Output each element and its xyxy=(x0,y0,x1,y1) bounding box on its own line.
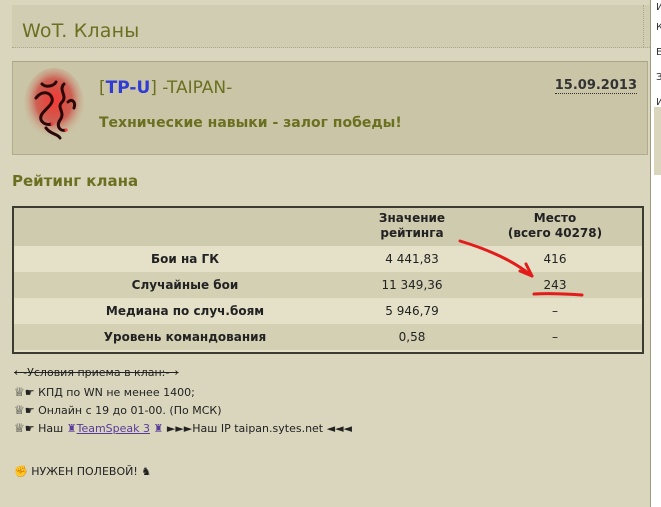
header-value-line2: рейтинга xyxy=(380,226,444,240)
rating-table: Значение рейтинга Место (всего 40278) Бо… xyxy=(12,206,644,354)
row-place: 416 xyxy=(543,252,567,266)
header-place-line2: (всего 40278) xyxy=(507,226,603,240)
condition-line: ♕☛ Онлайн с 19 до 01-00. (По МСК) xyxy=(14,403,222,418)
row-value: 11 349,36 xyxy=(381,278,443,292)
row-value: 0,58 xyxy=(398,330,426,344)
row-label: Медиана по случ.боям xyxy=(105,304,265,318)
table-row: Уровень командования 0,58 – xyxy=(14,324,642,350)
hand-icon: ☛ xyxy=(24,422,35,435)
wanted-line: ✊ НУЖЕН ПОЛЕВОЙ! ♞ xyxy=(14,465,151,479)
table-row: Медиана по случ.боям 5 946,79 – xyxy=(14,298,642,324)
teamspeak-icon: ♜ xyxy=(153,422,164,435)
bracket-close: ] xyxy=(150,78,157,98)
header-value: Значение рейтинга xyxy=(356,211,468,241)
right-sidebar-strip: И К Е З И xyxy=(650,0,661,507)
table-row: Бои на ГК 4 441,83 416 xyxy=(14,246,642,272)
row-label: Случайные бои xyxy=(131,278,239,292)
sidebar-glyph: И xyxy=(656,2,661,13)
hand-icon: ☛ xyxy=(24,404,35,417)
clan-name[interactable]: [TP-U] -TAIPAN- xyxy=(99,78,232,98)
bracket-open: [ xyxy=(99,78,106,98)
condition-text: КПД по WN не менее 1400; xyxy=(38,386,195,399)
table-header: Значение рейтинга Место (всего 40278) xyxy=(14,208,642,246)
clan-tag: TP-U xyxy=(105,78,151,98)
crown-icon: ♕ xyxy=(14,421,25,435)
table-row: Случайные бои 11 349,36 243 xyxy=(14,272,642,298)
row-value: 5 946,79 xyxy=(385,304,439,318)
crown-icon: ♕ xyxy=(14,403,25,417)
clan-title: -TAIPAN- xyxy=(156,78,233,98)
header-value-line1: Значение xyxy=(378,211,446,225)
header-place-line1: Место xyxy=(533,211,577,225)
page-title: WoT. Кланы xyxy=(22,20,140,42)
teamspeak-icon: ♜ xyxy=(66,422,77,435)
header-place: Место (всего 40278) xyxy=(468,211,642,241)
clan-info-panel: [TP-U] -TAIPAN- Технические навыки - зал… xyxy=(12,61,648,155)
divider xyxy=(643,5,644,47)
condition-line: ♕☛ КПД по WN не менее 1400; xyxy=(14,385,195,400)
rating-section-title: Рейтинг клана xyxy=(12,172,139,190)
sidebar-glyph: К xyxy=(656,22,661,33)
row-value: 4 441,83 xyxy=(385,252,439,266)
hand-icon: ☛ xyxy=(24,386,35,399)
row-place: – xyxy=(552,330,558,344)
ip-text: ►►►Наш IP taipan.sytes.net ◄◄◄ xyxy=(166,422,352,435)
row-label: Бои на ГК xyxy=(151,252,219,266)
clan-created-date: 15.09.2013 xyxy=(554,78,637,94)
sidebar-glyph: З xyxy=(656,72,661,83)
crown-icon: ♕ xyxy=(14,385,25,399)
condition-text: Онлайн с 19 до 01-00. (По МСК) xyxy=(38,404,222,417)
clan-motto: Технические навыки - залог победы! xyxy=(99,115,402,131)
condition-text: Наш xyxy=(38,422,64,435)
razer-snake-logo-icon xyxy=(24,68,84,140)
row-place: – xyxy=(552,304,558,318)
sidebar-panel xyxy=(654,107,661,175)
wanted-text: НУЖЕН ПОЛЕВОЙ! xyxy=(31,465,138,478)
row-place: 243 xyxy=(543,278,567,292)
teamspeak-link[interactable]: TeamSpeak 3 xyxy=(77,422,150,435)
soldier-icon: ♞ xyxy=(141,465,152,478)
conditions-title: ←-Условия приема в клан:-→ xyxy=(14,366,179,379)
clan-page: WoT. Кланы [TP-U] -TAIPAN- Технические н… xyxy=(0,0,650,507)
condition-line: ♕☛ Наш ♜TeamSpeak 3 ♜ ►►►Наш IP taipan.s… xyxy=(14,421,352,436)
fist-icon: ✊ xyxy=(14,465,28,478)
sidebar-glyph: Е xyxy=(656,47,661,58)
row-label: Уровень командования xyxy=(103,330,267,344)
